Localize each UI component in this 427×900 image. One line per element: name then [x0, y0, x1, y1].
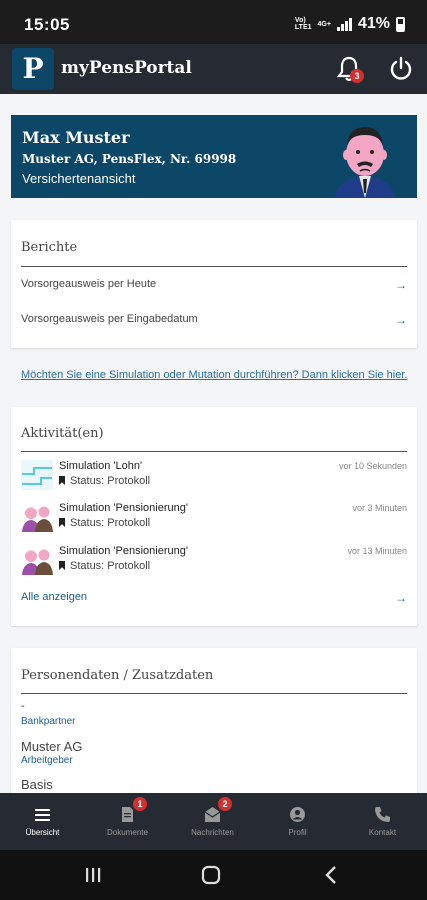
user-icon [290, 807, 305, 822]
personal-data-card: Personendaten / Zusatzdaten - Bankpartne… [11, 648, 417, 793]
nav-profile[interactable]: Profil [255, 793, 340, 850]
status-bar: 15:05 Vo) LTE1 4G+ 41% [0, 0, 427, 44]
activity-status: Status: Protokoll [59, 560, 150, 572]
back-icon[interactable] [322, 865, 340, 885]
nav-label: Kontakt [368, 828, 397, 837]
report-link-label: Vorsorgeausweis per Eingabedatum [21, 313, 198, 325]
user-contract: Muster AG, PensFlex, Nr. 69998 [22, 152, 237, 166]
power-icon[interactable] [388, 56, 414, 82]
user-card: Max Muster Muster AG, PensFlex, Nr. 6999… [11, 115, 417, 198]
messages-badge: 2 [218, 797, 232, 811]
activity-item[interactable]: Simulation 'Pensionierung' Status: Proto… [21, 502, 407, 536]
menu-icon [35, 809, 50, 821]
documents-badge: 1 [133, 797, 147, 811]
report-link-date[interactable]: Vorsorgeausweis per Eingabedatum → [21, 313, 407, 333]
nav-label: Dokumente [107, 828, 148, 837]
arrow-right-icon: → [395, 278, 407, 292]
recent-apps-icon[interactable] [84, 866, 102, 884]
network-indicator: 4G+ [317, 20, 331, 28]
app-bar: P myPensPortal 3 [0, 44, 427, 94]
employer-value: Muster AG [21, 739, 83, 754]
personal-data-divider [21, 693, 407, 694]
nav-documents[interactable]: 1 Dokumente [85, 793, 170, 850]
elderly-couple-icon [22, 506, 53, 532]
report-link-today[interactable]: Vorsorgeausweis per Heute → [21, 278, 407, 298]
signal-icon [336, 17, 352, 31]
mail-icon [204, 807, 221, 822]
activity-time: vor 13 Minuten [347, 546, 407, 556]
nav-overview[interactable]: Übersicht [0, 793, 85, 850]
activity-title: Simulation 'Pensionierung' [59, 502, 188, 514]
bookmark-icon [59, 518, 65, 527]
home-icon[interactable] [201, 865, 221, 885]
activity-time: vor 10 Sekunden [338, 461, 407, 471]
activity-status: Status: Protokoll [59, 475, 150, 487]
activity-item[interactable]: Simulation 'Lohn' Status: Protokoll vor … [21, 460, 407, 494]
activities-divider [21, 451, 407, 452]
activities-title: Aktivität(en) [21, 426, 104, 441]
activity-time: vor 3 Minuten [352, 503, 407, 513]
user-name: Max Muster [22, 128, 130, 147]
nav-label: Übersicht [25, 828, 60, 837]
chart-icon [21, 460, 53, 490]
bank-label: Bankpartner [21, 716, 76, 727]
status-indicators: Vo) LTE1 4G+ 41% [295, 15, 405, 33]
bookmark-icon [59, 476, 65, 485]
app-title: myPensPortal [61, 58, 192, 78]
activity-item[interactable]: Simulation 'Pensionierung' Status: Proto… [21, 545, 407, 579]
nav-contact[interactable]: Kontakt [340, 793, 425, 850]
personal-data-title: Personendaten / Zusatzdaten [21, 668, 214, 683]
phone-icon [375, 807, 390, 822]
main-content[interactable]: Max Muster Muster AG, PensFlex, Nr. 6999… [0, 94, 427, 793]
bottom-navigation: Übersicht 1 Dokumente 2 Nachrichten Prof… [0, 793, 427, 850]
reports-title: Berichte [21, 240, 78, 255]
battery-icon [396, 16, 405, 32]
status-time: 15:05 [24, 15, 70, 34]
activities-card: Aktivität(en) Simulation 'Lohn' Status: … [11, 407, 417, 626]
elderly-couple-icon [22, 549, 53, 575]
battery-percent: 41% [357, 15, 390, 32]
show-all-label: Alle anzeigen [21, 591, 88, 603]
reports-card: Berichte Vorsorgeausweis per Heute → Vor… [11, 220, 417, 348]
volte-indicator: Vo) LTE1 [294, 17, 312, 31]
plan-value: Basis [21, 777, 53, 792]
avatar [335, 127, 395, 198]
activity-title: Simulation 'Lohn' [59, 460, 143, 472]
nav-label: Nachrichten [191, 828, 234, 837]
show-all-activities-link[interactable]: Alle anzeigen → [21, 591, 407, 611]
nav-label: Profil [288, 828, 307, 837]
employer-label: Arbeitgeber [21, 755, 73, 766]
activity-status: Status: Protokoll [59, 517, 150, 529]
document-icon [122, 807, 133, 822]
arrow-right-icon: → [395, 313, 407, 327]
app-logo[interactable]: P [12, 48, 54, 90]
bank-value: - [21, 700, 25, 712]
notification-badge: 3 [350, 69, 364, 83]
system-navigation-bar [0, 850, 427, 900]
bookmark-icon [59, 561, 65, 570]
report-link-label: Vorsorgeausweis per Heute [21, 278, 157, 290]
activity-title: Simulation 'Pensionierung' [59, 545, 188, 557]
reports-divider [21, 266, 407, 267]
nav-messages[interactable]: 2 Nachrichten [170, 793, 255, 850]
user-role: Versichertenansicht [22, 171, 136, 186]
arrow-right-icon: → [395, 591, 407, 605]
simulation-link[interactable]: Möchten Sie eine Simulation oder Mutatio… [21, 369, 407, 381]
